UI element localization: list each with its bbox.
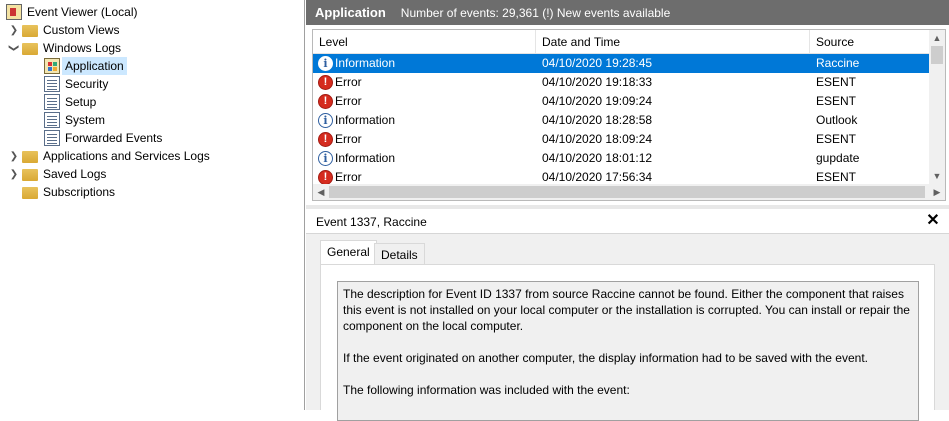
tab-details[interactable]: Details — [374, 243, 425, 265]
tree-item-label: Subscriptions — [43, 185, 116, 199]
tree-item-event-viewer[interactable]: Event Viewer (Local) — [6, 3, 140, 21]
folder-icon — [22, 187, 38, 199]
event-datetime: 04/10/2020 19:28:45 — [542, 56, 653, 70]
vertical-scrollbar[interactable]: ▲ ▼ — [929, 30, 945, 184]
tab-general[interactable]: General — [320, 240, 377, 265]
horizontal-scroll-thumb[interactable] — [329, 186, 925, 198]
folder-icon — [22, 25, 38, 37]
event-detail-title: Event 1337, Raccine — [306, 209, 949, 234]
event-level: Information — [335, 151, 396, 165]
event-source: ESENT — [816, 132, 857, 146]
event-row[interactable]: i Information 04/10/2020 19:28:45 Raccin… — [313, 54, 929, 73]
event-row[interactable]: i Information 04/10/2020 18:28:58 Outloo… — [313, 111, 929, 130]
column-header-source[interactable]: Source — [810, 30, 930, 53]
log-icon — [44, 76, 60, 92]
error-icon: ! — [318, 75, 333, 90]
event-level: Error — [335, 132, 362, 146]
event-source: Outlook — [816, 113, 858, 127]
tree-item-custom-views[interactable]: ❯ Custom Views — [8, 21, 121, 39]
folder-icon — [22, 43, 38, 55]
scroll-up-icon[interactable]: ▲ — [929, 30, 945, 46]
tree-item-label: Security — [65, 77, 109, 91]
tree-item-subscriptions[interactable]: Subscriptions — [22, 183, 117, 201]
event-description[interactable]: The description for Event ID 1337 from s… — [337, 281, 919, 421]
column-header-date-time[interactable]: Date and Time — [536, 30, 810, 53]
event-datetime: 04/10/2020 19:09:24 — [542, 94, 653, 108]
tree-item-label: Forwarded Events — [65, 131, 163, 145]
information-icon: i — [318, 56, 333, 71]
tree-item-label: Applications and Services Logs — [43, 149, 210, 163]
log-title: Application — [315, 5, 386, 20]
scroll-down-icon[interactable]: ▼ — [929, 168, 945, 184]
tree-item-label: Custom Views — [43, 23, 120, 37]
tree-item-windows-logs[interactable]: ❯ Windows Logs — [8, 39, 123, 57]
event-level: Error — [335, 75, 362, 89]
chevron-down-icon[interactable]: ❯ — [5, 42, 23, 54]
event-list-header: Level Date and Time Source — [313, 30, 945, 54]
event-count: Number of events: 29,361 (!) New events … — [400, 5, 671, 20]
navigation-tree: Event Viewer (Local) ❯ Custom Views ❯ Wi… — [0, 0, 305, 410]
chevron-right-icon[interactable]: ❯ — [8, 21, 20, 39]
description-paragraph: The description for Event ID 1337 from s… — [343, 287, 910, 333]
event-row[interactable]: ! Error 04/10/2020 19:18:33 ESENT — [313, 73, 929, 92]
event-source: ESENT — [816, 75, 857, 89]
folder-icon — [22, 151, 38, 163]
tree-item-security[interactable]: Security — [44, 75, 110, 93]
tree-item-applications-and-services-logs[interactable]: ❯ Applications and Services Logs — [8, 147, 212, 165]
event-level: Information — [335, 56, 396, 70]
event-list: Level Date and Time Source i Information… — [312, 29, 946, 201]
log-icon — [44, 94, 60, 110]
event-datetime: 04/10/2020 18:01:12 — [542, 151, 653, 165]
chevron-right-icon[interactable]: ❯ — [8, 147, 20, 165]
folder-icon — [22, 169, 38, 181]
event-row[interactable]: i Information 04/10/2020 18:01:12 gupdat… — [313, 149, 929, 168]
log-icon — [44, 112, 60, 128]
tree-item-label: Windows Logs — [43, 41, 122, 55]
event-level: Information — [335, 113, 396, 127]
tree-item-label: Event Viewer (Local) — [27, 5, 138, 19]
vertical-scroll-thumb[interactable] — [931, 46, 943, 64]
error-icon: ! — [318, 170, 333, 185]
event-level: Error — [335, 94, 362, 108]
chevron-right-icon[interactable]: ❯ — [8, 165, 20, 183]
tree-item-label: Setup — [65, 95, 97, 109]
tree-item-label: Saved Logs — [43, 167, 107, 181]
tree-item-saved-logs[interactable]: ❯ Saved Logs — [8, 165, 108, 183]
event-row[interactable]: ! Error 04/10/2020 19:09:24 ESENT — [313, 92, 929, 111]
tree-item-forwarded-events[interactable]: Forwarded Events — [44, 129, 164, 147]
information-icon: i — [318, 113, 333, 128]
event-source: gupdate — [816, 151, 860, 165]
event-source: ESENT — [816, 94, 857, 108]
scroll-left-icon[interactable]: ◀ — [313, 184, 329, 200]
event-datetime: 04/10/2020 19:18:33 — [542, 75, 653, 89]
tree-item-system[interactable]: System — [44, 111, 107, 129]
event-detail-pane: Event 1337, Raccine ✕ General Details Th… — [306, 209, 949, 421]
tree-item-setup[interactable]: Setup — [44, 93, 98, 111]
description-paragraph: If the event originated on another compu… — [343, 351, 868, 365]
event-datetime: 04/10/2020 18:28:58 — [542, 113, 653, 127]
application-log-icon — [44, 58, 60, 74]
event-viewer-icon — [6, 4, 22, 20]
tree-item-label: Application — [62, 57, 127, 75]
error-icon: ! — [318, 132, 333, 147]
event-row[interactable]: ! Error 04/10/2020 18:09:24 ESENT — [313, 130, 929, 149]
information-icon: i — [318, 151, 333, 166]
log-header: Application Number of events: 29,361 (!)… — [306, 0, 949, 25]
event-datetime: 04/10/2020 18:09:24 — [542, 132, 653, 146]
column-header-level[interactable]: Level — [313, 30, 536, 53]
tree-item-label: System — [65, 113, 106, 127]
error-icon: ! — [318, 94, 333, 109]
log-icon — [44, 130, 60, 146]
tree-item-application[interactable]: Application — [44, 57, 127, 75]
close-icon[interactable]: ✕ — [925, 212, 941, 230]
general-tab-panel: The description for Event ID 1337 from s… — [320, 264, 935, 421]
event-source: Raccine — [816, 56, 860, 70]
scroll-right-icon[interactable]: ▶ — [929, 184, 945, 200]
description-paragraph: The following information was included w… — [343, 383, 630, 397]
horizontal-scrollbar[interactable]: ◀ ▶ — [313, 184, 945, 200]
